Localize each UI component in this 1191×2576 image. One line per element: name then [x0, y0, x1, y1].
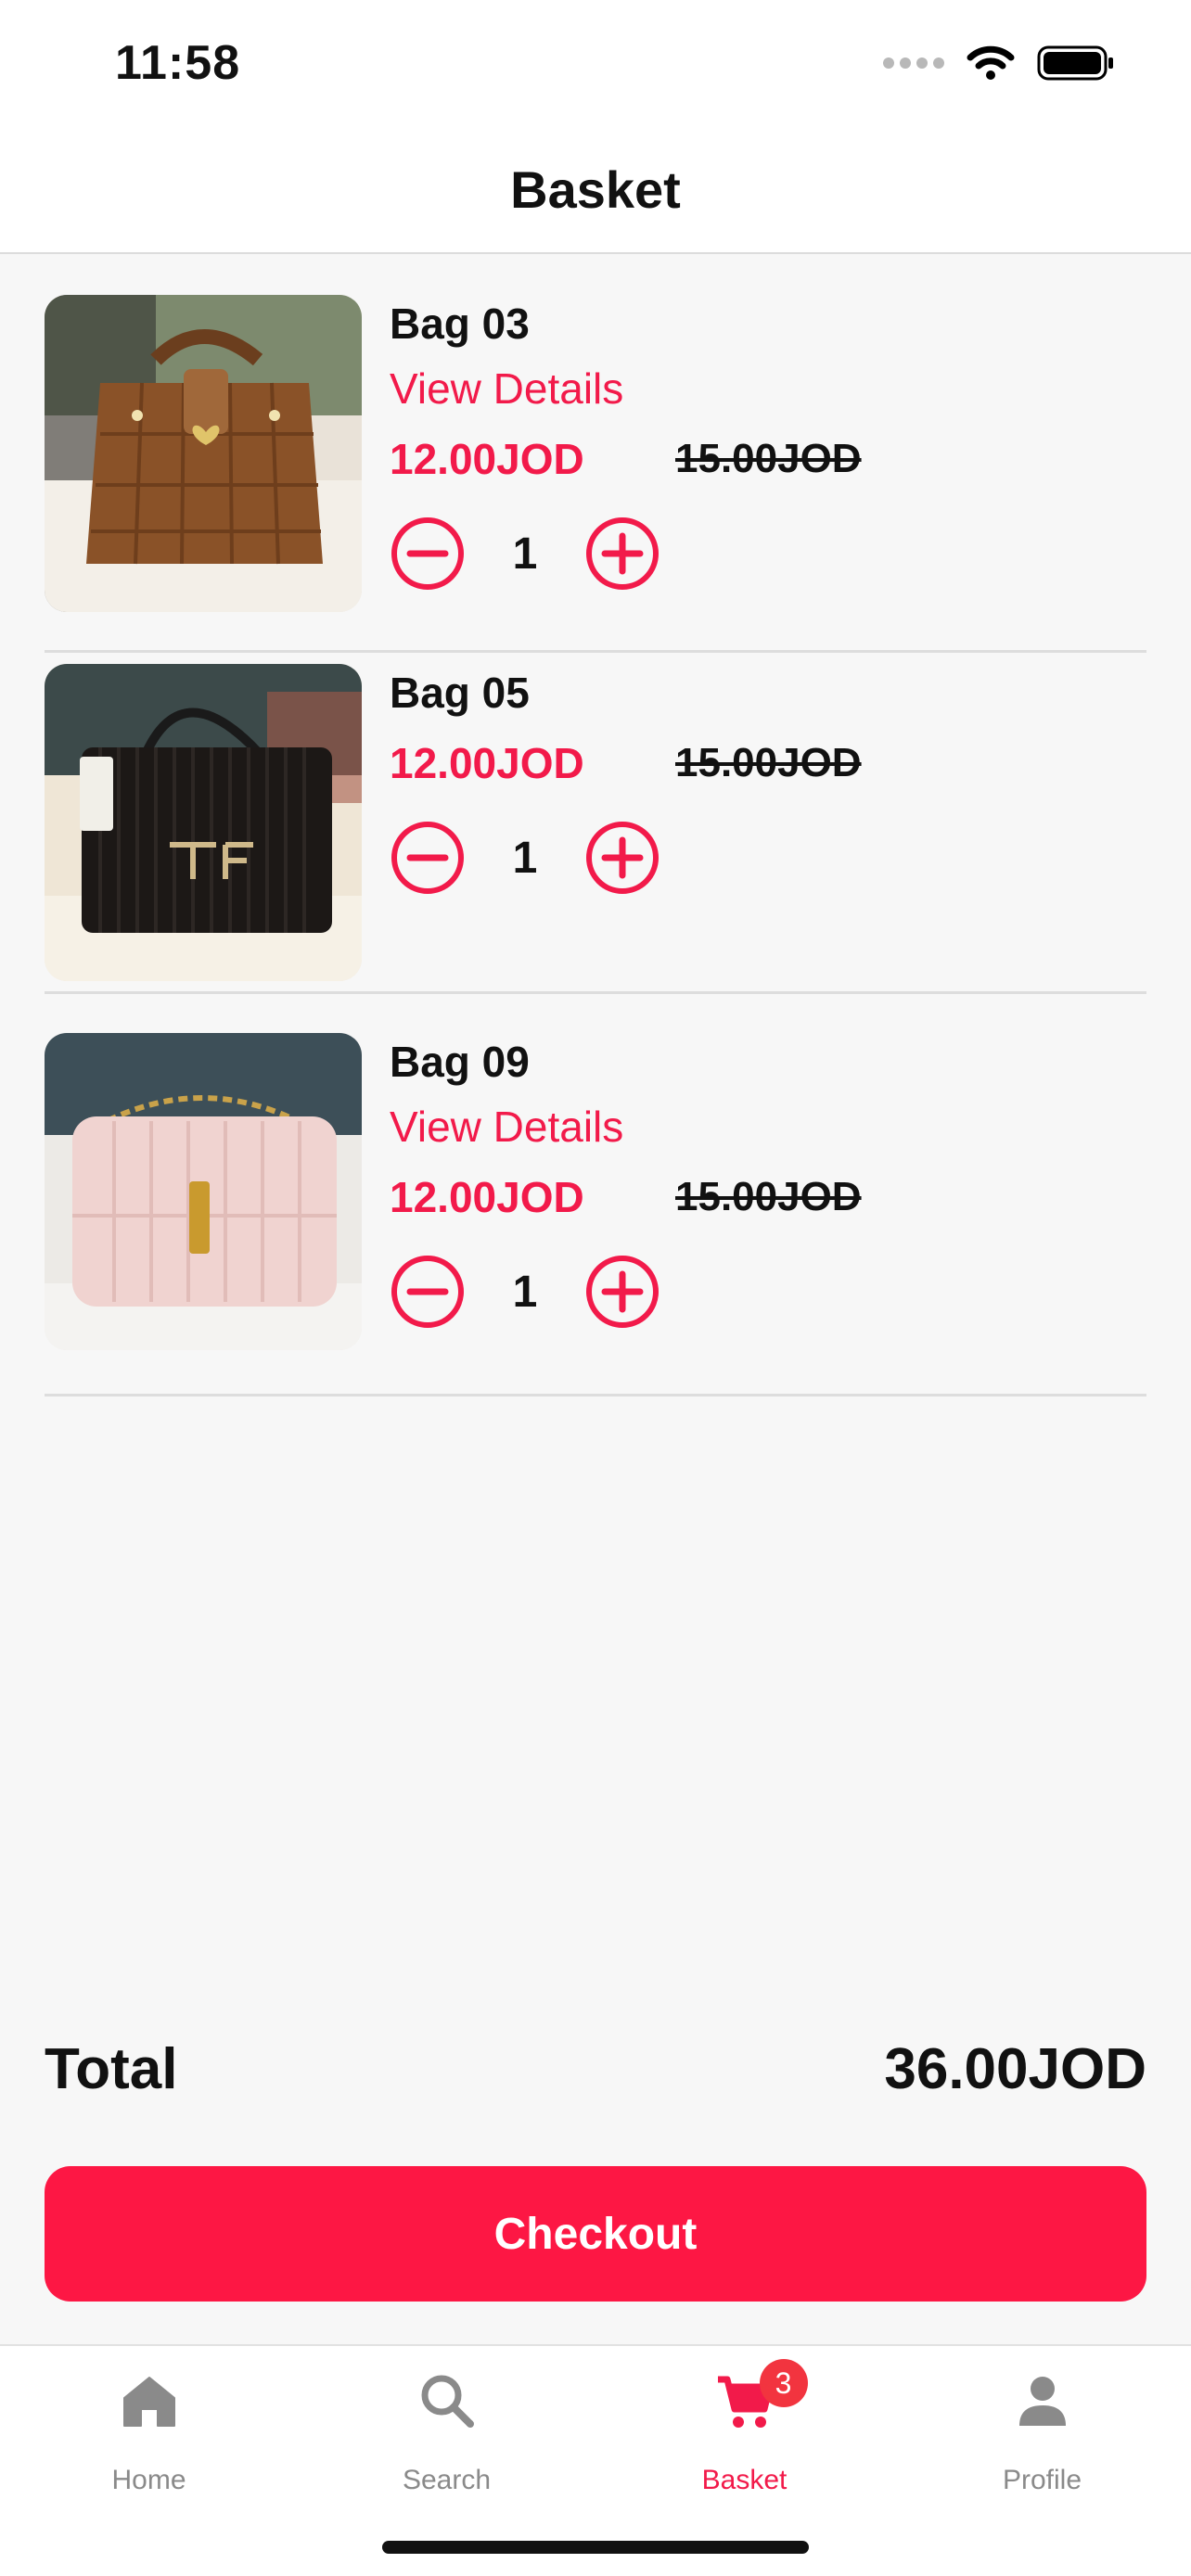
total-value: 36.00JOD	[884, 2037, 1146, 2101]
tab-profile[interactable]: Profile	[893, 2346, 1191, 2513]
total-row: Total 36.00JOD	[45, 2036, 1146, 2102]
item-info: Bag 03 View Details 12.00JOD 15.00JOD 1	[390, 302, 1146, 592]
basket-item: Bag 05 12.00JOD 15.00JOD 1	[45, 653, 1146, 994]
basket-count-badge: 3	[759, 2359, 808, 2407]
tab-label: Search	[402, 2465, 492, 2495]
original-price: 15.00JOD	[675, 1174, 862, 1219]
cellular-signal-icon	[883, 57, 944, 69]
tab-basket[interactable]: 3 Basket	[596, 2346, 893, 2513]
tab-label: Basket	[701, 2465, 788, 2495]
product-image[interactable]	[45, 664, 362, 981]
total-label: Total	[45, 2037, 178, 2101]
product-image[interactable]	[45, 1033, 362, 1350]
original-price: 15.00JOD	[675, 740, 862, 785]
status-time: 11:58	[115, 36, 241, 90]
view-details-link[interactable]: View Details	[390, 1105, 1146, 1148]
wifi-icon	[967, 45, 1015, 80]
item-name: Bag 09	[390, 1038, 530, 1086]
status-bar: 11:58	[0, 0, 1191, 139]
quantity-stepper: 1	[390, 1254, 1146, 1330]
product-image[interactable]	[45, 295, 362, 612]
person-icon	[1018, 2377, 1066, 2426]
price-row: 12.00JOD 15.00JOD	[390, 742, 1146, 784]
increase-quantity-button[interactable]	[584, 820, 660, 896]
basket-item: Bag 03 View Details 12.00JOD 15.00JOD 1	[45, 256, 1146, 653]
page-title: Basket	[510, 160, 681, 219]
status-icons	[883, 45, 1115, 82]
view-details-link[interactable]: View Details	[390, 367, 1146, 410]
pink-bag-image	[45, 1033, 362, 1350]
home-icon	[122, 2377, 175, 2427]
black-bag-image	[45, 664, 362, 981]
search-icon	[421, 2375, 474, 2428]
item-name: Bag 05	[390, 669, 530, 717]
sale-price: 12.00JOD	[390, 1173, 584, 1221]
quantity-stepper: 1	[390, 820, 1146, 896]
decrease-quantity-button[interactable]	[390, 820, 466, 896]
price-row: 12.00JOD 15.00JOD	[390, 1176, 1146, 1218]
basket-screen: 11:58 Basket Bag 03 View Details 12.00JO…	[0, 0, 1191, 2576]
sale-price: 12.00JOD	[390, 739, 584, 787]
basket-item: Bag 09 View Details 12.00JOD 15.00JOD 1	[45, 994, 1146, 1396]
item-name: Bag 03	[390, 300, 530, 348]
tab-label: Profile	[1002, 2465, 1082, 2495]
home-indicator[interactable]	[382, 2541, 809, 2554]
price-row: 12.00JOD 15.00JOD	[390, 438, 1146, 480]
item-info: Bag 05 12.00JOD 15.00JOD 1	[390, 671, 1146, 896]
quantity-value: 1	[512, 529, 538, 579]
tab-label: Home	[111, 2465, 186, 2495]
quantity-value: 1	[512, 1267, 538, 1317]
basket-list: Bag 03 View Details 12.00JOD 15.00JOD 1	[45, 256, 1146, 1396]
decrease-quantity-button[interactable]	[390, 1254, 466, 1330]
original-price: 15.00JOD	[675, 436, 862, 481]
item-info: Bag 09 View Details 12.00JOD 15.00JOD 1	[390, 1040, 1146, 1330]
tab-search[interactable]: Search	[298, 2346, 596, 2513]
increase-quantity-button[interactable]	[584, 516, 660, 592]
brown-bag-image	[45, 295, 362, 612]
increase-quantity-button[interactable]	[584, 1254, 660, 1330]
nav-header: Basket	[0, 139, 1191, 254]
quantity-value: 1	[512, 833, 538, 883]
sale-price: 12.00JOD	[390, 435, 584, 483]
checkout-button[interactable]: Checkout	[45, 2166, 1146, 2302]
tab-home[interactable]: Home	[0, 2346, 298, 2513]
battery-icon	[1037, 45, 1113, 81]
quantity-stepper: 1	[390, 516, 1146, 592]
decrease-quantity-button[interactable]	[390, 516, 466, 592]
